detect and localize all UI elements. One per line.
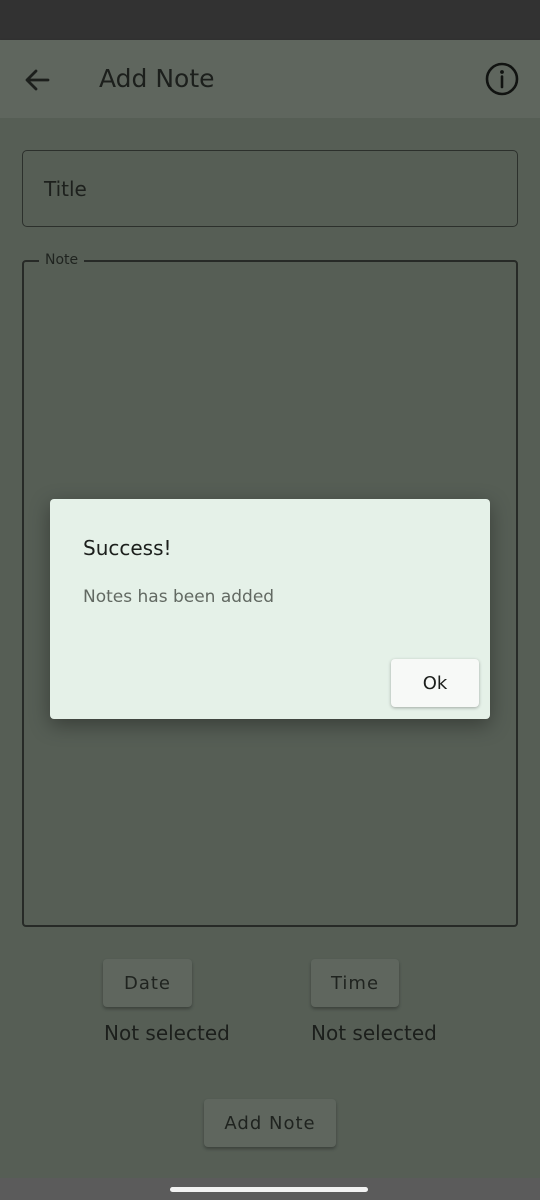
status-bar bbox=[0, 0, 540, 40]
navigation-bar bbox=[0, 1178, 540, 1200]
title-placeholder: Title bbox=[44, 177, 87, 201]
arrow-back-icon bbox=[25, 69, 50, 91]
dialog-title: Success! bbox=[83, 536, 172, 560]
info-button[interactable] bbox=[484, 61, 520, 97]
app-bar: Add Note bbox=[0, 40, 540, 118]
home-indicator[interactable] bbox=[170, 1187, 368, 1192]
back-button[interactable] bbox=[18, 60, 58, 100]
title-input[interactable]: Title bbox=[22, 150, 518, 227]
success-dialog: Success! Notes has been added Ok bbox=[50, 499, 490, 719]
ok-button[interactable]: Ok bbox=[391, 659, 479, 707]
selected-date-text: Not selected bbox=[104, 1021, 230, 1045]
note-field-label: Note bbox=[39, 251, 85, 269]
page-title: Add Note bbox=[99, 64, 215, 93]
info-icon bbox=[485, 62, 519, 96]
dialog-message: Notes has been added bbox=[83, 587, 275, 607]
selected-time-text: Not selected bbox=[311, 1021, 437, 1045]
time-picker-button[interactable]: Time bbox=[311, 959, 399, 1007]
add-note-button[interactable]: Add Note bbox=[204, 1099, 336, 1147]
date-picker-button[interactable]: Date bbox=[103, 959, 192, 1007]
